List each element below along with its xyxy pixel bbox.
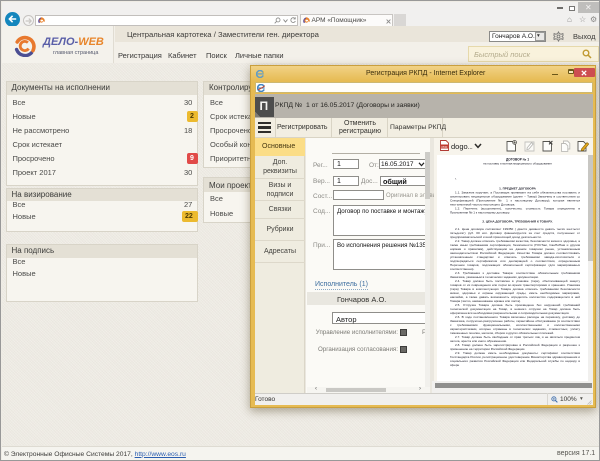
- svg-text:PDF: PDF: [442, 145, 448, 149]
